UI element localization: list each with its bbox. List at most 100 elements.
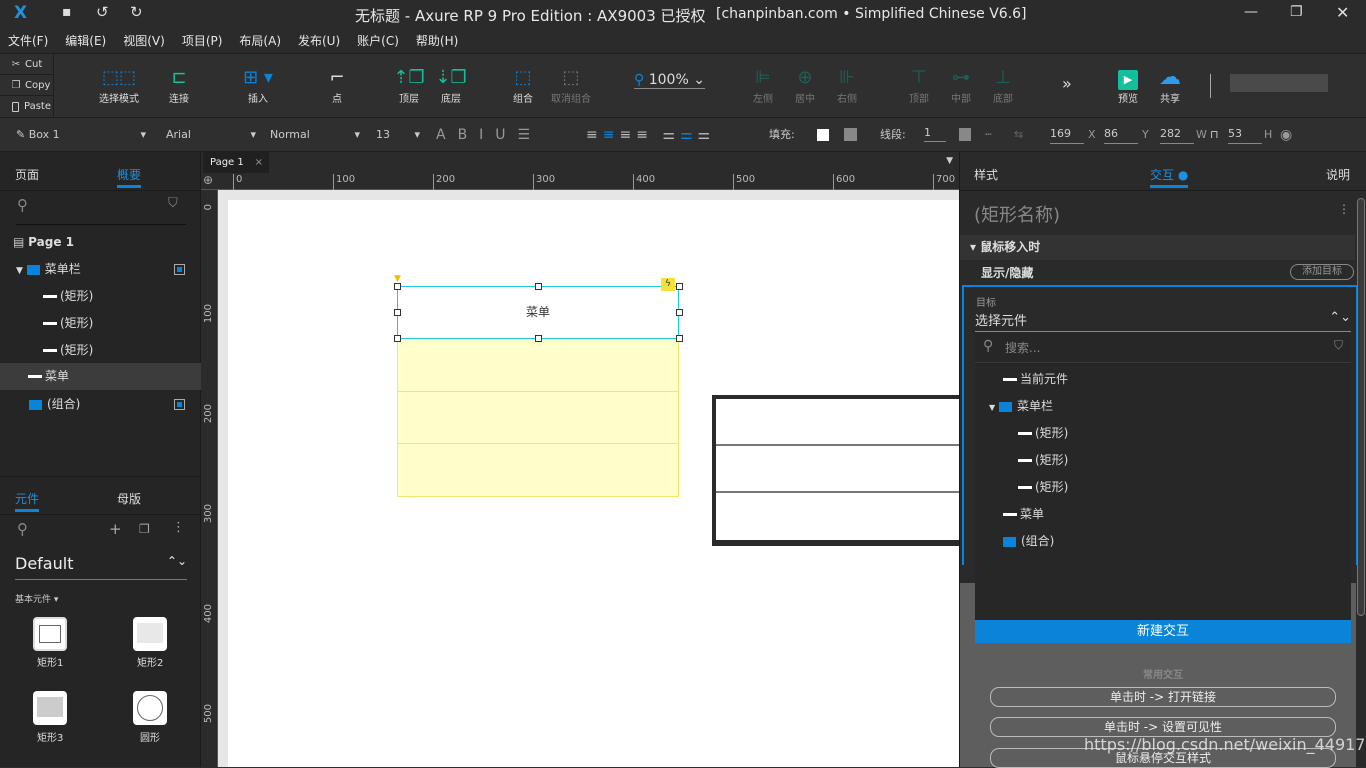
- outline-item-rect[interactable]: (矩形): [0, 283, 201, 310]
- common-interaction-button[interactable]: 单击时 -> 设置可见性: [990, 717, 1336, 737]
- menu-rect[interactable]: 菜单: [397, 286, 679, 339]
- expand-arrow-icon[interactable]: ▼: [16, 266, 23, 276]
- point-button[interactable]: ⌐ 点: [312, 66, 362, 105]
- x-input[interactable]: 169: [1050, 118, 1084, 144]
- group-button[interactable]: ⬚ 组合: [498, 66, 548, 105]
- library-copy-icon[interactable]: ❐: [139, 522, 150, 536]
- resize-handle[interactable]: [394, 335, 401, 342]
- font-size-select[interactable]: 13 ▾: [376, 118, 420, 152]
- line-width-input[interactable]: 1: [924, 118, 946, 142]
- resize-handle[interactable]: [676, 283, 683, 290]
- resize-handle[interactable]: [394, 309, 401, 316]
- account-avatar[interactable]: [1230, 74, 1328, 92]
- common-interaction-button[interactable]: 单击时 -> 打开链接: [990, 687, 1336, 707]
- event-header[interactable]: ▾ 鼠标移入时: [960, 235, 1355, 260]
- text-style-buttons[interactable]: ABIU☰: [436, 118, 542, 152]
- outline-item-rect[interactable]: (矩形): [0, 337, 201, 364]
- text-align-buttons[interactable]: ≡≡≡≡ ⚌⚌⚌: [586, 118, 715, 152]
- connect-button[interactable]: ⊏ 连接: [154, 66, 204, 105]
- widget-name-select[interactable]: ✎ Box 1 ▾: [16, 118, 152, 152]
- menu-publish[interactable]: 发布(U): [298, 28, 340, 53]
- lock-icon[interactable]: ⊓: [1210, 118, 1219, 152]
- outline-item-rect[interactable]: (矩形): [0, 310, 201, 337]
- target-option[interactable]: (矩形): [1018, 450, 1068, 470]
- paste-button[interactable]: Paste: [0, 96, 53, 117]
- fill-color-swatch[interactable]: [817, 129, 829, 141]
- undo-icon[interactable]: ↺: [96, 3, 109, 21]
- tab-outline[interactable]: 概要: [117, 166, 142, 188]
- target-select[interactable]: 选择元件 ⌃⌄: [975, 310, 1351, 332]
- copy-button[interactable]: ❐ Copy: [0, 75, 53, 96]
- resize-handle[interactable]: [535, 283, 542, 290]
- target-option[interactable]: (矩形): [1018, 477, 1068, 497]
- new-interaction-button[interactable]: 新建交互: [975, 620, 1351, 643]
- ungroup-button[interactable]: ⬚ 取消组合: [546, 66, 596, 105]
- close-tab-icon[interactable]: ×: [255, 152, 263, 173]
- send-back-button[interactable]: ⇣❐ 底层: [426, 66, 476, 105]
- h-input[interactable]: 53: [1228, 118, 1262, 144]
- add-library-icon[interactable]: +: [109, 520, 122, 538]
- widget-circle[interactable]: [133, 691, 167, 725]
- resize-handle[interactable]: [676, 335, 683, 342]
- filter-icon[interactable]: ⛉: [168, 196, 178, 211]
- visibility-icon[interactable]: ◉: [1280, 118, 1292, 152]
- save-icon[interactable]: ▪: [62, 4, 72, 20]
- outline-item-menu[interactable]: 菜单: [0, 363, 201, 390]
- more-options-icon[interactable]: ⋮: [172, 520, 185, 535]
- crosshair-icon[interactable]: ⊕: [203, 173, 213, 187]
- tab-masters[interactable]: 母版: [117, 490, 141, 507]
- menu-help[interactable]: 帮助(H): [416, 28, 458, 53]
- outline-item-menubar[interactable]: ▼ 菜单栏: [0, 256, 201, 283]
- line-color-swatch[interactable]: [959, 128, 971, 141]
- scrollbar[interactable]: [1357, 198, 1365, 616]
- resize-handle[interactable]: [676, 309, 683, 316]
- w-input[interactable]: 282: [1160, 118, 1194, 144]
- menu-layout[interactable]: 布局(A): [239, 28, 281, 53]
- tab-widgets[interactable]: 元件: [15, 490, 40, 512]
- add-target-button[interactable]: 添加目标: [1290, 264, 1354, 280]
- interaction-lightning-icon[interactable]: ϟ: [661, 278, 675, 291]
- close-icon[interactable]: ✕: [1336, 3, 1349, 22]
- shadow-swatch[interactable]: [844, 128, 857, 141]
- align-bottom-button[interactable]: ⊥ 底部: [978, 66, 1028, 105]
- tabs-dropdown-icon[interactable]: ▼: [946, 156, 953, 166]
- font-select[interactable]: Arial ▾: [166, 118, 256, 152]
- library-select[interactable]: Default ⌃⌄: [15, 554, 187, 580]
- tab-pages[interactable]: 页面: [15, 166, 39, 183]
- y-input[interactable]: 86: [1104, 118, 1138, 144]
- search-icon[interactable]: ⚲: [17, 196, 28, 214]
- target-option[interactable]: (组合): [1003, 531, 1054, 551]
- outline-item-page[interactable]: ▤ Page 1: [0, 229, 201, 256]
- arrow-style-icon[interactable]: ⇆: [1014, 118, 1023, 152]
- resize-handle[interactable]: [535, 335, 542, 342]
- search-icon[interactable]: ⚲: [17, 520, 28, 538]
- visibility-checkbox[interactable]: [174, 399, 185, 410]
- menu-account[interactable]: 账户(C): [357, 28, 399, 53]
- share-button[interactable]: ☁ 共享: [1145, 66, 1195, 106]
- select-mode-button[interactable]: ⬚⬚ 选择模式: [94, 66, 144, 105]
- menu-view[interactable]: 视图(V): [123, 28, 165, 53]
- minimize-icon[interactable]: —: [1244, 4, 1258, 20]
- target-option[interactable]: 当前元件: [1003, 369, 1068, 389]
- restore-icon[interactable]: ❐: [1290, 4, 1303, 20]
- more-options-icon[interactable]: ⋮: [1338, 202, 1350, 216]
- menu-project[interactable]: 项目(P): [182, 28, 223, 53]
- line-style-icon[interactable]: ┄: [985, 118, 992, 152]
- widget-name-input[interactable]: (矩形名称): [974, 201, 1060, 227]
- tab-notes[interactable]: 说明: [1326, 166, 1350, 183]
- tab-style[interactable]: 样式: [974, 166, 998, 183]
- align-right-button[interactable]: ⊪ 右侧: [822, 66, 872, 105]
- more-icon[interactable]: »: [1062, 74, 1072, 93]
- menu-edit[interactable]: 编辑(E): [65, 28, 106, 53]
- category-label[interactable]: 基本元件 ▾: [15, 592, 58, 605]
- target-option[interactable]: 菜单: [1003, 504, 1044, 524]
- target-option[interactable]: ▼ 菜单栏: [989, 396, 1053, 416]
- zoom-select[interactable]: ⚲ 100% ⌄: [634, 72, 705, 89]
- widget-rect1[interactable]: [33, 617, 67, 651]
- widget-rect3[interactable]: [33, 691, 67, 725]
- redo-icon[interactable]: ↻: [130, 3, 143, 21]
- widget-rect2[interactable]: [133, 617, 167, 651]
- tab-interactions[interactable]: 交互 ●: [1150, 166, 1189, 188]
- resize-handle[interactable]: [394, 283, 401, 290]
- target-option[interactable]: (矩形): [1018, 423, 1068, 443]
